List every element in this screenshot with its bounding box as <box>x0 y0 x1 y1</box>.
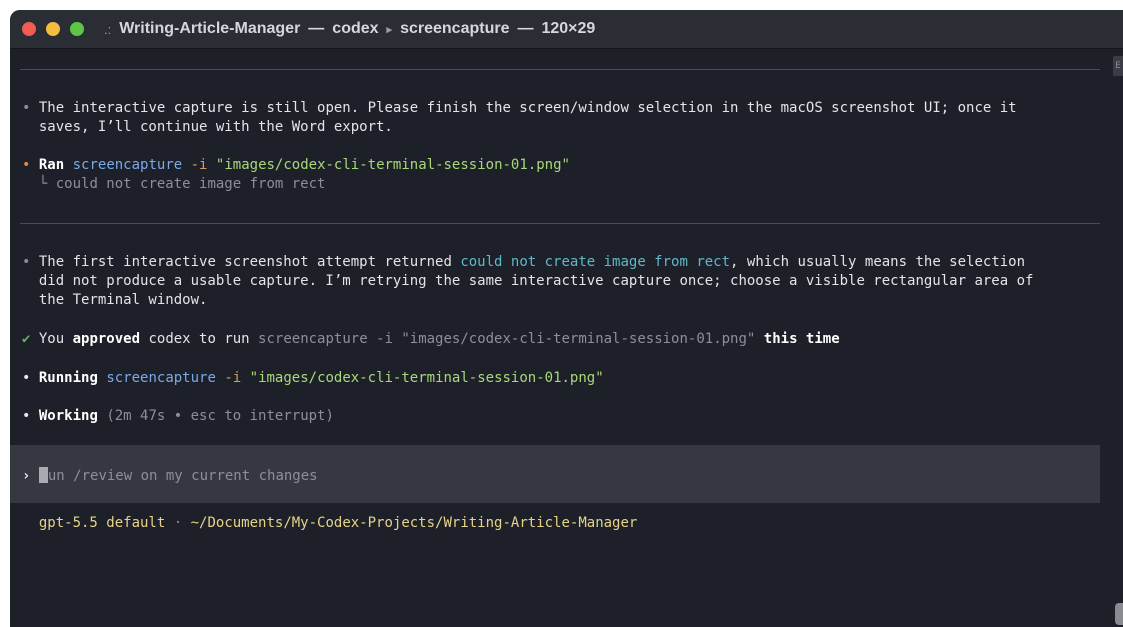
output-text: could not create image from rect <box>55 176 326 192</box>
title-arrow-icon: ▸ <box>386 23 393 36</box>
message-1-cont: saves, I’ll continue with the Word expor… <box>22 118 393 137</box>
footer-separator: · <box>173 515 183 531</box>
running-line: • Running screencapture -i "images/codex… <box>22 369 604 388</box>
message-text: did not produce a usable capture. I’m re… <box>38 273 1034 289</box>
prompt-placeholder: un /review on my current changes <box>47 468 318 484</box>
bullet-icon: • <box>22 157 31 173</box>
bullet-icon: • <box>22 100 31 116</box>
command-flag: -i <box>224 370 242 386</box>
prompt-marker-icon: › <box>22 468 31 484</box>
message-text: The interactive capture is still open. P… <box>38 100 1017 116</box>
command-flag: -i <box>190 157 208 173</box>
folder-icon: .: <box>104 21 112 37</box>
prompt-input[interactable]: › un /review on my current changes <box>22 467 318 486</box>
command-name: screencapture <box>72 157 183 173</box>
bullet-icon: • <box>22 408 31 424</box>
terminal-window: .: Writing-Article-Manager — codex ▸ scr… <box>10 10 1123 627</box>
title-process: codex <box>332 20 379 37</box>
divider <box>20 69 1100 70</box>
title-bar: .: Writing-Article-Manager — codex ▸ scr… <box>10 10 1123 49</box>
approved-label: approved <box>72 331 141 347</box>
minimize-button[interactable] <box>46 22 60 36</box>
running-label: Running <box>38 370 98 386</box>
scrollbar-thumb[interactable] <box>1115 603 1123 625</box>
model-name: gpt-5.5 default <box>38 515 166 531</box>
tree-branch-icon: └ <box>38 176 48 192</box>
working-label: Working <box>38 408 98 424</box>
message-2: • The first interactive screenshot attem… <box>22 253 1025 272</box>
title-dash: — <box>308 20 325 37</box>
approval-text <box>755 331 763 347</box>
maximize-button[interactable] <box>70 22 84 36</box>
ran-output: └ could not create image from rect <box>22 175 326 194</box>
title-subprocess: screencapture <box>400 20 510 37</box>
bullet-icon: • <box>22 254 31 270</box>
divider <box>20 223 1100 224</box>
window-title: .: Writing-Article-Manager — codex ▸ scr… <box>104 20 595 38</box>
message-2-cont: the Terminal window. <box>22 291 208 310</box>
bullet-icon: • <box>22 370 31 386</box>
message-text: , which usually means the selection <box>730 254 1026 270</box>
approval-text: codex to run <box>140 331 259 347</box>
working-line: • Working (2m 47s • esc to interrupt) <box>22 407 334 426</box>
window-controls <box>22 22 84 36</box>
command-arg: "images/codex-cli-terminal-session-01.pn… <box>249 370 604 386</box>
message-text: the Terminal window. <box>38 292 208 308</box>
approval-text: You <box>38 331 73 347</box>
command-name: screencapture <box>106 370 216 386</box>
working-directory: ~/Documents/My-Codex-Projects/Writing-Ar… <box>190 515 638 531</box>
ran-command: • Ran screencapture -i "images/codex-cli… <box>22 156 570 175</box>
title-size: 120×29 <box>541 20 596 37</box>
inline-code: could not create image from rect <box>460 254 731 270</box>
close-button[interactable] <box>22 22 36 36</box>
working-status: (2m 47s • esc to interrupt) <box>106 408 334 424</box>
message-1: • The interactive capture is still open.… <box>22 99 1017 118</box>
terminal-content[interactable]: • The interactive capture is still open.… <box>10 49 1123 627</box>
title-app-name: Writing-Article-Manager <box>119 20 301 37</box>
status-footer: gpt-5.5 default · ~/Documents/My-Codex-P… <box>22 514 637 533</box>
message-text: saves, I’ll continue with the Word expor… <box>38 119 393 135</box>
command-arg: "images/codex-cli-terminal-session-01.pn… <box>215 157 570 173</box>
approval-scope: this time <box>763 331 840 347</box>
ran-label: Ran <box>38 157 65 173</box>
message-text: The first interactive screenshot attempt… <box>38 254 461 270</box>
title-dash: — <box>517 20 534 37</box>
approval-line: ✔ You approved codex to run screencaptur… <box>22 330 840 349</box>
message-2-cont: did not produce a usable capture. I’m re… <box>22 272 1034 291</box>
approved-command: screencapture -i "images/codex-cli-termi… <box>258 331 756 347</box>
text-cursor <box>38 467 48 483</box>
check-icon: ✔ <box>22 331 31 347</box>
